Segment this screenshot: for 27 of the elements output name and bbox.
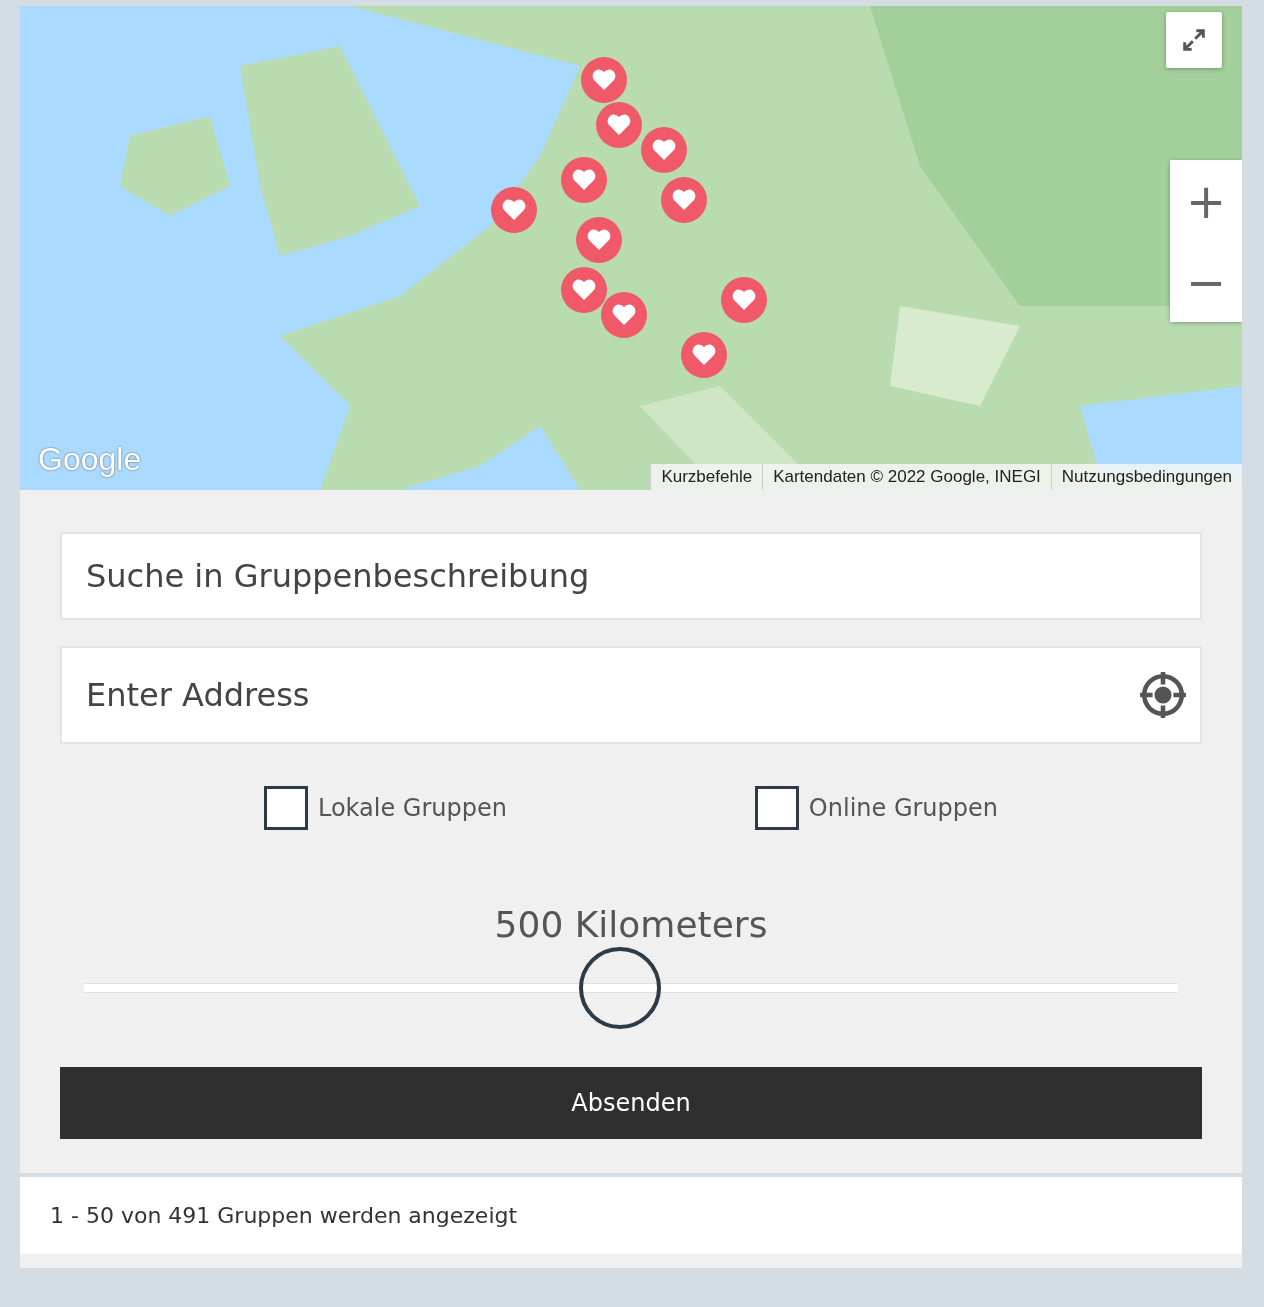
search-field[interactable]: Suche in Gruppenbeschreibung (60, 532, 1202, 620)
radius-label: 500 Kilometers (493, 904, 769, 945)
heart-marker-icon[interactable] (490, 186, 538, 234)
checkbox[interactable] (754, 786, 799, 830)
map-logo: Google (38, 441, 142, 478)
expand-icon (1180, 26, 1208, 54)
heart-marker-icon[interactable] (560, 156, 608, 204)
checkbox-label: Online Gruppen (808, 794, 999, 822)
results-count: 1 - 50 von 491 Gruppen werden angezeigt (20, 1177, 1242, 1268)
checkbox-label: Lokale Gruppen (317, 794, 507, 822)
zoom-in-button[interactable]: + (1170, 160, 1242, 241)
locate-icon[interactable] (1138, 670, 1188, 720)
address-field[interactable]: Enter Address (60, 646, 1202, 744)
submit-button[interactable]: Absenden (60, 1067, 1202, 1139)
heart-marker-icon[interactable] (600, 291, 648, 339)
heart-marker-icon[interactable] (720, 276, 768, 324)
slider-thumb[interactable] (579, 947, 662, 1029)
heart-marker-icon[interactable] (560, 266, 608, 314)
checkbox[interactable] (263, 786, 308, 830)
heart-marker-icon[interactable] (575, 216, 623, 264)
heart-marker-icon[interactable] (680, 331, 728, 379)
heart-marker-icon[interactable] (660, 176, 708, 224)
heart-marker-icon[interactable] (640, 126, 688, 174)
fullscreen-button[interactable] (1166, 12, 1222, 68)
heart-marker-icon[interactable] (595, 101, 643, 149)
zoom-out-button[interactable]: − (1170, 241, 1242, 322)
heart-marker-icon[interactable] (580, 56, 628, 104)
